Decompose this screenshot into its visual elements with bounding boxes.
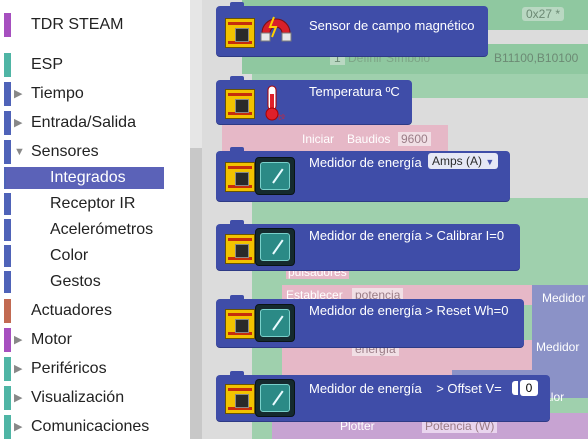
- block-reset[interactable]: Medidor de energía > Reset Wh=0: [216, 295, 524, 347]
- board-icon: [225, 309, 255, 339]
- category-color-mark: [4, 140, 11, 164]
- energy-meter-icon: [255, 157, 295, 195]
- category-color-mark: [4, 53, 11, 77]
- category-label: Periféricos: [31, 360, 107, 377]
- svg-text:tº: tº: [278, 113, 285, 122]
- bg-binary: B11100,B10100: [494, 51, 579, 65]
- category-color-mark: [4, 415, 11, 439]
- category-label: Tiempo: [31, 85, 84, 102]
- subcategory-label: Integrados: [50, 169, 126, 186]
- block-sensor-campo-magnetico[interactable]: Sensor de campo magnético: [216, 2, 488, 56]
- block-calibrar[interactable]: Medidor de energía > Calibrar I=0: [216, 220, 520, 270]
- category-visualizacion[interactable]: ▶ Visualización: [0, 384, 190, 412]
- block-label: Medidor de energía: [309, 155, 422, 170]
- sidebar-scrollbar-thumb[interactable]: [190, 148, 202, 439]
- subcategory-acelerometros[interactable]: Acelerómetros: [0, 218, 190, 242]
- bg-baud-value: 9600: [398, 132, 431, 146]
- category-label: Sensores: [31, 143, 99, 160]
- subcategory-label: Receptor IR: [50, 195, 136, 212]
- category-esp[interactable]: ESP: [0, 51, 190, 79]
- block-notch: [230, 2, 244, 8]
- block-notch: [230, 220, 244, 226]
- category-perifericos[interactable]: ▶ Periféricos: [0, 355, 190, 383]
- category-comunicaciones[interactable]: ▶ Comunicaciones: [0, 413, 190, 439]
- block-label: Medidor de energía > Reset Wh=0: [309, 303, 509, 318]
- block-label: Sensor de campo magnético: [309, 18, 475, 33]
- category-actuadores[interactable]: Actuadores: [0, 297, 190, 325]
- category-color-mark: [4, 299, 11, 323]
- expand-arrow-icon[interactable]: ▶: [14, 384, 22, 412]
- category-color-mark: [4, 357, 11, 381]
- subcategory-color[interactable]: Color: [0, 244, 190, 268]
- block-notch: [230, 371, 244, 377]
- unit-dropdown-value: Amps (A): [432, 154, 483, 168]
- board-icon: [225, 384, 255, 414]
- category-color-mark: [4, 111, 11, 135]
- category-label: ESP: [31, 56, 64, 73]
- energy-meter-icon: [255, 228, 295, 266]
- collapse-arrow-icon[interactable]: ▼: [14, 138, 25, 166]
- block-label: Medidor de energía > Offset V=: [309, 381, 502, 396]
- block-label: Temperatura ºC: [309, 84, 400, 99]
- block-notch: [230, 147, 244, 153]
- bg-potencia-w: Potencia (W): [422, 419, 498, 433]
- category-color-mark: [4, 386, 11, 410]
- expand-arrow-icon[interactable]: ▶: [14, 109, 22, 137]
- subcategory-integrados[interactable]: Integrados: [0, 166, 190, 190]
- block-notch: [230, 76, 244, 82]
- bg-plotter: Plotter: [340, 419, 375, 433]
- category-label: Motor: [31, 331, 72, 348]
- category-color-mark: [4, 271, 11, 293]
- subcategory-gestos[interactable]: Gestos: [0, 270, 190, 294]
- workspace-canvas[interactable]: 0x27 * 1 Definir Símbolo B11100,B10100 I…: [202, 0, 588, 439]
- category-tiempo[interactable]: ▶ Tiempo: [0, 80, 190, 108]
- category-color-mark: [4, 245, 11, 267]
- magnet-icon: [256, 11, 296, 54]
- block-temperatura[interactable]: tº Temperatura ºC: [216, 76, 412, 127]
- board-icon: [225, 162, 255, 192]
- board-icon: [225, 234, 255, 264]
- bg-medidor-right: Medidor: [542, 291, 586, 305]
- category-label: Entrada/Salida: [31, 114, 136, 131]
- category-label: Actuadores: [31, 302, 112, 319]
- subcategory-label: Color: [50, 247, 89, 264]
- bg-baudios: Baudios: [347, 132, 391, 146]
- category-motor[interactable]: ▶ Motor: [0, 326, 190, 354]
- energy-meter-icon: [255, 304, 295, 342]
- subcategory-label: Acelerómetros: [50, 221, 154, 238]
- category-label: Comunicaciones: [31, 418, 150, 435]
- category-label: Visualización: [31, 389, 125, 406]
- category-label: TDR STEAM: [31, 16, 124, 33]
- expand-arrow-icon[interactable]: ▶: [14, 80, 22, 108]
- energy-meter-icon: [255, 379, 295, 417]
- offset-value-input[interactable]: 0: [520, 380, 538, 396]
- category-sensores[interactable]: ▼ Sensores: [0, 138, 190, 166]
- toolbox-sidebar: TDR STEAM ESP ▶ Tiempo ▶ Entrada/Salida …: [0, 0, 190, 439]
- board-icon: [225, 18, 255, 48]
- subcategory-label: Gestos: [50, 273, 101, 290]
- category-color-mark: [4, 13, 11, 37]
- unit-dropdown[interactable]: Amps (A) ▼: [428, 153, 499, 169]
- category-color-mark: [4, 82, 11, 106]
- category-color-mark: [4, 219, 11, 241]
- bg-hex-dropdown: 0x27 *: [522, 7, 565, 21]
- chevron-down-icon: ▼: [485, 157, 495, 167]
- board-icon: [225, 89, 255, 119]
- block-notch: [230, 295, 244, 301]
- subcategory-receptor-ir[interactable]: Receptor IR: [0, 192, 190, 216]
- category-entrada-salida[interactable]: ▶ Entrada/Salida: [0, 109, 190, 137]
- expand-arrow-icon[interactable]: ▶: [14, 326, 22, 354]
- bg-medidor-right-2: Medidor: [536, 340, 580, 354]
- bg-iniciar: Iniciar: [302, 132, 335, 146]
- block-medidor-energia[interactable]: Medidor de energía Amps (A) ▼: [216, 147, 510, 201]
- block-label: Medidor de energía > Calibrar I=0: [309, 228, 505, 243]
- category-tdr-steam[interactable]: TDR STEAM: [0, 11, 190, 39]
- value-input-socket: [512, 381, 518, 395]
- category-color-mark: [4, 193, 11, 215]
- thermometer-icon: tº: [258, 82, 288, 127]
- block-offset[interactable]: Medidor de energía > Offset V= 0: [216, 371, 550, 421]
- category-color-mark: [4, 328, 11, 352]
- expand-arrow-icon[interactable]: ▶: [14, 413, 22, 439]
- expand-arrow-icon[interactable]: ▶: [14, 355, 22, 383]
